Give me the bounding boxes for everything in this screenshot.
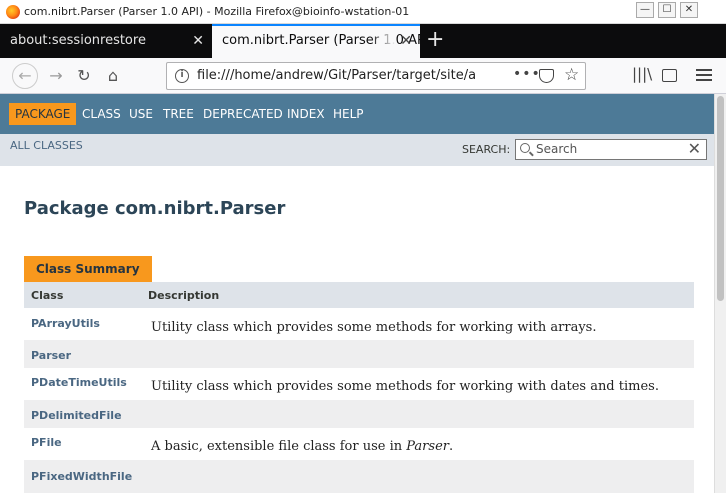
table-row: PArrayUtils Utility class which provides… bbox=[24, 308, 694, 340]
tab-parser-api[interactable]: com.nibrt.Parser (Parser 1.0 API) ✕ bbox=[212, 24, 420, 58]
nav-class[interactable]: CLASS bbox=[82, 103, 121, 125]
search-icon bbox=[520, 143, 530, 153]
back-icon[interactable]: ← bbox=[12, 63, 38, 89]
class-summary-caption: Class Summary bbox=[24, 256, 152, 282]
address-bar[interactable]: i file:///home/andrew/Git/Parser/target/… bbox=[166, 62, 586, 90]
nav-deprecated[interactable]: DEPRECATED bbox=[203, 103, 283, 125]
page-actions-button[interactable]: ••• bbox=[513, 66, 541, 82]
class-link[interactable]: PFixedWidthFile bbox=[31, 470, 132, 483]
column-header-class: Class bbox=[31, 289, 64, 302]
search-placeholder: Search bbox=[536, 142, 578, 156]
table-row: PDelimitedFile bbox=[24, 400, 694, 428]
table-row: PFile A basic, extensible file class for… bbox=[24, 428, 694, 460]
window-titlebar: com.nibrt.Parser (Parser 1.0 API) - Mozi… bbox=[0, 0, 726, 24]
minimize-button[interactable]: — bbox=[636, 2, 654, 18]
maximize-button[interactable]: ☐ bbox=[658, 2, 676, 18]
url-text[interactable]: file:///home/andrew/Git/Parser/target/si… bbox=[197, 68, 477, 83]
new-tab-button[interactable]: + bbox=[426, 24, 444, 58]
scrollbar-thumb[interactable] bbox=[717, 96, 724, 301]
nav-help[interactable]: HELP bbox=[333, 103, 364, 125]
column-header-description: Description bbox=[148, 289, 220, 302]
reload-icon[interactable]: ↻ bbox=[72, 64, 96, 88]
nav-index[interactable]: INDEX bbox=[287, 103, 325, 125]
pocket-icon[interactable] bbox=[539, 69, 554, 83]
javadoc-sub-nav: ALL CLASSES SEARCH: Search ✕ bbox=[0, 134, 714, 166]
close-tab-icon[interactable]: ✕ bbox=[192, 24, 204, 58]
table-header: Class Description bbox=[24, 282, 694, 308]
table-row: PDateTimeUtils Utility class which provi… bbox=[24, 368, 694, 400]
site-info-icon[interactable]: i bbox=[175, 69, 189, 83]
class-link[interactable]: PDelimitedFile bbox=[31, 409, 122, 422]
javadoc-top-nav: PACKAGE CLASS USE TREE DEPRECATED INDEX … bbox=[0, 94, 714, 134]
class-link[interactable]: PDateTimeUtils bbox=[31, 376, 127, 389]
bookmark-star-icon[interactable]: ☆ bbox=[564, 65, 579, 85]
close-window-button[interactable]: ✕ bbox=[680, 2, 698, 18]
page-scrollbar[interactable] bbox=[714, 94, 726, 493]
class-description: Utility class which provides some method… bbox=[151, 379, 659, 394]
close-tab-icon[interactable]: ✕ bbox=[400, 26, 412, 56]
sidebar-icon[interactable] bbox=[662, 69, 677, 82]
search-label: SEARCH: bbox=[462, 143, 511, 156]
menu-icon[interactable] bbox=[696, 69, 712, 81]
forward-icon[interactable]: → bbox=[44, 64, 68, 88]
search-input[interactable]: Search ✕ bbox=[515, 139, 707, 160]
tab-sessionrestore[interactable]: about:sessionrestore ✕ bbox=[0, 24, 212, 58]
home-icon[interactable]: ⌂ bbox=[101, 64, 125, 88]
search-reset-icon[interactable]: ✕ bbox=[688, 139, 701, 158]
page-content: PACKAGE CLASS USE TREE DEPRECATED INDEX … bbox=[0, 94, 714, 493]
firefox-icon bbox=[6, 5, 20, 19]
all-classes-link[interactable]: ALL CLASSES bbox=[10, 139, 83, 152]
window-title: com.nibrt.Parser (Parser 1.0 API) - Mozi… bbox=[24, 5, 410, 18]
class-description: A basic, extensible file class for use i… bbox=[151, 439, 454, 454]
class-link[interactable]: PArrayUtils bbox=[31, 317, 100, 330]
class-description: Utility class which provides some method… bbox=[151, 320, 597, 335]
nav-tree[interactable]: TREE bbox=[163, 103, 194, 125]
nav-use[interactable]: USE bbox=[129, 103, 153, 125]
class-link[interactable]: PFile bbox=[31, 436, 62, 449]
navigation-toolbar: ← → ↻ ⌂ i file:///home/andrew/Git/Parser… bbox=[0, 58, 726, 94]
library-icon[interactable]: |||\ bbox=[632, 65, 652, 83]
table-row: PFixedWidthFile bbox=[24, 460, 694, 493]
class-link[interactable]: Parser bbox=[31, 349, 71, 362]
tab-strip: about:sessionrestore ✕ com.nibrt.Parser … bbox=[0, 24, 726, 58]
page-title: Package com.nibrt.Parser bbox=[24, 198, 286, 219]
nav-package: PACKAGE bbox=[9, 103, 77, 125]
tab-label: about:sessionrestore bbox=[10, 33, 146, 48]
table-row: Parser bbox=[24, 340, 694, 368]
